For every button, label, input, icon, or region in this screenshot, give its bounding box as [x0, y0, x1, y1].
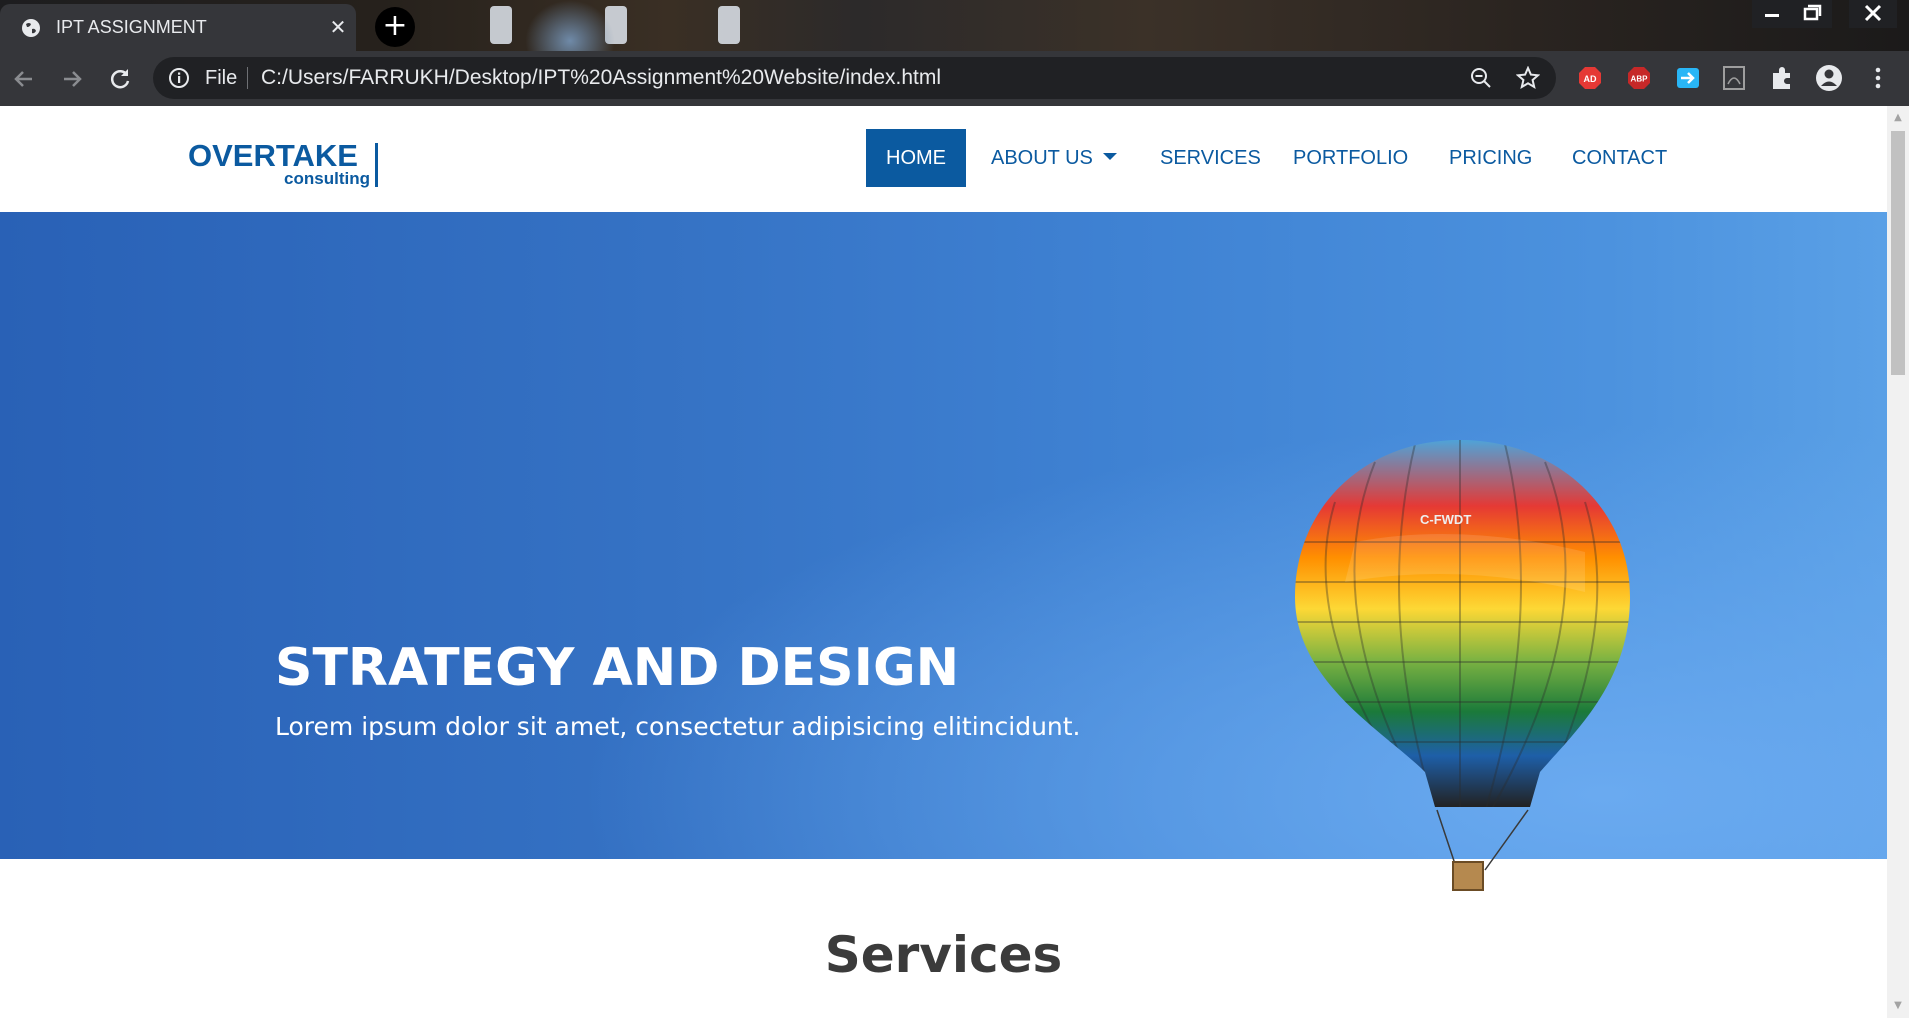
browser-tab[interactable]: IPT ASSIGNMENT ✕ [0, 4, 356, 51]
nav-portfolio-label: PORTFOLIO [1293, 147, 1409, 169]
close-window-icon [1864, 4, 1882, 22]
services-heading: Services [824, 926, 1063, 984]
tab-strip: IPT ASSIGNMENT ✕ + [0, 0, 1909, 51]
menu-dots-icon[interactable] [1864, 64, 1892, 92]
web-page: OVERTAKE consulting HOME ABOUT US SERVIC… [0, 106, 1887, 1018]
site-logo[interactable]: OVERTAKE consulting [188, 140, 380, 190]
background-decoration [525, 0, 615, 51]
nav-portfolio[interactable]: PORTFOLIO [1273, 129, 1428, 187]
hero-subtitle: Lorem ipsum dolor sit amet, consectetur … [275, 712, 1081, 741]
new-tab-button[interactable]: + [375, 7, 415, 47]
nav-contact[interactable]: CONTACT [1552, 129, 1687, 187]
puzzle-icon[interactable] [1768, 64, 1796, 92]
browser-toolbar: File C:/Users/FARRUKH/Desktop/IPT%20Assi… [0, 51, 1909, 106]
balloon-marking: C-FWDT [1420, 512, 1471, 527]
adblock-icon[interactable]: AD [1576, 64, 1604, 92]
send-icon[interactable] [1674, 64, 1702, 92]
bookmark-star-icon[interactable] [1516, 66, 1540, 90]
divider [247, 67, 248, 89]
hot-air-balloon-image: C-FWDT [1295, 440, 1630, 891]
close-window-button[interactable] [1849, 0, 1897, 28]
hero-banner: C-FWDT STRATEGY AND DESIGN Lorem ipsum d… [0, 212, 1887, 891]
back-icon[interactable] [11, 66, 37, 92]
nav-pricing-label: PRICING [1449, 147, 1533, 169]
caret-down-icon [1102, 153, 1117, 161]
site-navbar: OVERTAKE consulting HOME ABOUT US SERVIC… [0, 106, 1887, 212]
abp-icon[interactable]: ABP [1625, 64, 1653, 92]
forward-icon[interactable] [59, 66, 85, 92]
background-decoration [718, 6, 740, 44]
nav-about-us[interactable]: ABOUT US [971, 129, 1137, 187]
nav-home[interactable]: HOME [866, 129, 966, 187]
minimize-button[interactable] [1752, 0, 1792, 28]
scrollbar-thumb[interactable] [1891, 131, 1905, 375]
svg-text:ABP: ABP [1631, 75, 1649, 84]
profile-icon[interactable] [1815, 64, 1843, 92]
minimize-icon [1765, 14, 1779, 17]
pdf-icon[interactable] [1720, 64, 1748, 92]
scroll-down-icon[interactable]: ▼ [1892, 1000, 1904, 1012]
nav-pricing[interactable]: PRICING [1429, 129, 1552, 187]
restore-icon [1803, 4, 1822, 21]
svg-text:AD: AD [1584, 74, 1597, 84]
close-tab-icon[interactable]: ✕ [328, 17, 348, 37]
scroll-up-icon[interactable]: ▲ [1892, 112, 1904, 124]
globe-icon [22, 19, 40, 37]
page-scrollbar[interactable]: ▲ ▼ [1887, 106, 1909, 1018]
nav-services-label: SERVICES [1160, 147, 1261, 169]
nav-services[interactable]: SERVICES [1140, 129, 1281, 187]
address-bar[interactable]: File C:/Users/FARRUKH/Desktop/IPT%20Assi… [153, 57, 1556, 99]
info-icon[interactable] [168, 67, 190, 89]
background-decoration [490, 6, 512, 44]
zoom-out-icon[interactable] [1469, 66, 1493, 90]
logo-main-text: OVERTAKE [188, 138, 358, 173]
nav-about-us-label: ABOUT US [991, 147, 1093, 169]
address-scheme: File [205, 67, 238, 89]
restore-button[interactable] [1792, 0, 1832, 28]
hero-title: STRATEGY AND DESIGN [275, 638, 960, 698]
nav-contact-label: CONTACT [1572, 147, 1668, 169]
tab-title: IPT ASSIGNMENT [56, 17, 207, 37]
address-url[interactable]: C:/Users/FARRUKH/Desktop/IPT%20Assignmen… [261, 66, 941, 90]
nav-home-label: HOME [886, 147, 946, 169]
logo-bar [375, 143, 378, 187]
reload-icon[interactable] [107, 66, 133, 92]
logo-sub-text: consulting [284, 169, 370, 188]
